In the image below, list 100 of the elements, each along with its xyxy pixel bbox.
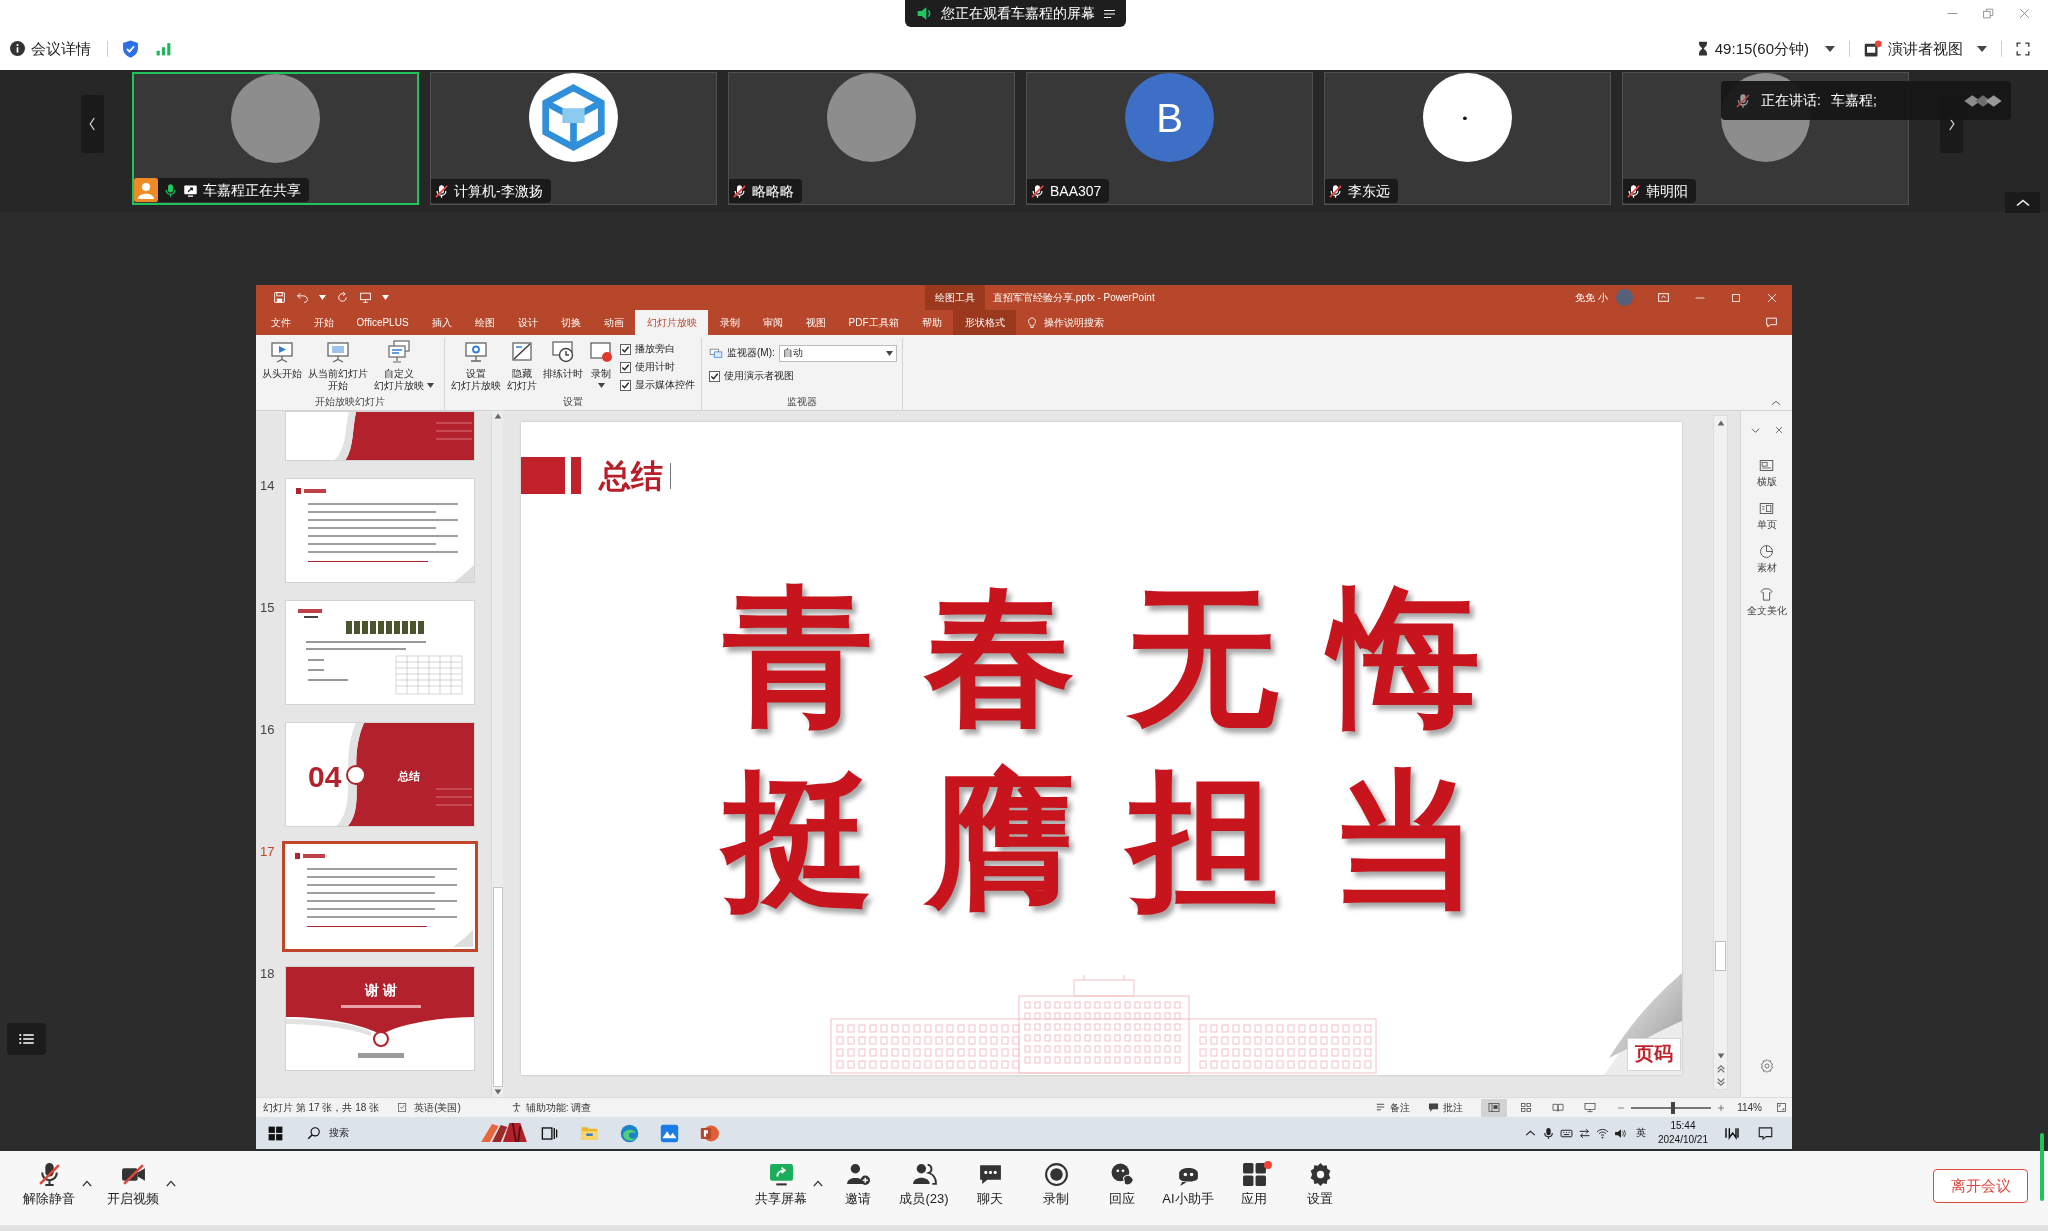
caret-up-icon[interactable]: [82, 1179, 92, 1187]
comment-icon[interactable]: [1765, 316, 1778, 329]
ribbon-tab[interactable]: 幻灯片放映: [635, 310, 709, 335]
chevron-down-icon[interactable]: [1749, 425, 1761, 436]
language-label[interactable]: 英语(美国): [414, 1101, 461, 1114]
ribbon-tab[interactable]: 动画: [592, 310, 636, 335]
slide-thumbnail[interactable]: [282, 841, 478, 952]
list-button[interactable]: [7, 1023, 46, 1055]
invite-button[interactable]: 邀请: [828, 1162, 888, 1207]
scroll-up-icon[interactable]: [1715, 418, 1726, 428]
slide-thumbnail[interactable]: 谢 谢: [285, 966, 475, 1071]
meeting-timer[interactable]: 49:15(60分钟): [1696, 39, 1835, 58]
participant-tile[interactable]: 李东远: [1324, 72, 1611, 205]
caret-down-icon[interactable]: [319, 295, 326, 300]
monitor-select[interactable]: 自动: [778, 344, 897, 362]
browser-icon[interactable]: [619, 1123, 639, 1143]
ribbon-tab[interactable]: 切换: [549, 310, 593, 335]
ribbon-button[interactable]: 自定义 幻灯片放映: [371, 340, 436, 392]
side-panel-button[interactable]: 素材: [1756, 544, 1777, 573]
ribbon-tab[interactable]: 插入: [420, 310, 464, 335]
view-mode-button[interactable]: 演讲者视图: [1864, 39, 1987, 58]
view-button[interactable]: [1481, 1098, 1508, 1117]
slider-thumb[interactable]: [1670, 1101, 1675, 1114]
meeting-info-button[interactable]: 会议详情: [10, 39, 91, 58]
record-button[interactable]: 录制: [1026, 1162, 1086, 1207]
menu-icon[interactable]: [1103, 7, 1116, 20]
slide-thumbnail[interactable]: 04 总结: [285, 722, 475, 827]
fit-to-window-icon[interactable]: [1776, 1102, 1787, 1113]
checkbox[interactable]: [620, 343, 631, 355]
tell-me-search[interactable]: 操作说明搜索: [1026, 310, 1105, 335]
restore-icon[interactable]: [1982, 7, 1995, 20]
presentation-app-icon[interactable]: [699, 1123, 719, 1143]
start-video-button[interactable]: 开启视频: [106, 1162, 160, 1207]
notes-button[interactable]: 备注: [1375, 1101, 1411, 1114]
ribbon-button[interactable]: 从当前幻灯片 开始: [305, 340, 371, 392]
ribbon-button[interactable]: 设置 幻灯片放映: [448, 340, 504, 392]
participant-tile[interactable]: 计算机-李激扬: [430, 72, 717, 205]
apps-button[interactable]: 应用: [1224, 1162, 1284, 1207]
ribbon-tab[interactable]: 开始: [302, 310, 345, 335]
ribbon-tab[interactable]: OfficePLUS: [345, 310, 421, 335]
clock[interactable]: 15:44 2024/10/21: [1657, 1119, 1708, 1147]
zoom-in-icon[interactable]: [1717, 1103, 1726, 1112]
ribbon-tab[interactable]: 形状格式: [953, 310, 1017, 335]
participant-tile[interactable]: 略略略: [728, 72, 1015, 205]
ribbon-display-icon[interactable]: [1657, 291, 1670, 304]
next-slide-icon[interactable]: [1715, 1077, 1726, 1087]
search-field[interactable]: 搜索: [329, 1127, 439, 1139]
side-panel-button[interactable]: 全文美化: [1746, 587, 1787, 616]
ribbon-button[interactable]: 录制: [586, 340, 616, 388]
zoom-level[interactable]: 114%: [1737, 1101, 1762, 1114]
checkbox-option[interactable]: 播放旁白: [620, 340, 695, 358]
chat-button[interactable]: 聊天: [960, 1162, 1020, 1207]
notification-icon[interactable]: [1758, 1125, 1773, 1141]
ribbon-tab[interactable]: 录制: [708, 310, 752, 335]
unmute-button[interactable]: 解除静音: [22, 1162, 76, 1207]
collapse-strip-button[interactable]: [2005, 192, 2040, 213]
redo-icon[interactable]: [336, 291, 349, 304]
ribbon-button[interactable]: 从头开始: [259, 340, 305, 380]
restore-icon[interactable]: [1730, 291, 1742, 304]
ribbon-tab[interactable]: 文件: [259, 310, 302, 335]
checkbox-option[interactable]: 使用计时: [620, 358, 695, 376]
close-icon[interactable]: [1773, 425, 1784, 435]
members-button[interactable]: 成员(23): [894, 1162, 954, 1207]
comments-button[interactable]: 批注: [1428, 1101, 1464, 1114]
checkbox[interactable]: [709, 370, 720, 382]
transfer-arrows-icon[interactable]: [1577, 1126, 1591, 1140]
share-screen-button[interactable]: 共享屏幕: [751, 1162, 811, 1207]
side-panel-button[interactable]: 单页: [1756, 501, 1777, 530]
ribbon-button[interactable]: 排练计时: [540, 340, 586, 380]
wifi-icon[interactable]: [1595, 1126, 1609, 1140]
ribbon-tab[interactable]: 绘图: [463, 310, 507, 335]
signal-bars-icon[interactable]: [156, 41, 171, 56]
caret-up-icon[interactable]: [813, 1179, 823, 1187]
leave-meeting-button[interactable]: 离开会议: [1933, 1169, 2028, 1203]
ribbon-tab[interactable]: PDF工具箱: [837, 310, 911, 335]
fullscreen-icon[interactable]: [2016, 41, 2030, 56]
scrollbar-thumb[interactable]: [492, 887, 503, 1087]
participant-tile[interactable]: B BAA307: [1026, 72, 1313, 205]
slideshow-icon[interactable]: [359, 291, 372, 304]
caret-up-icon[interactable]: [166, 1179, 176, 1187]
caret-down-icon[interactable]: [382, 295, 389, 300]
scroll-down-icon[interactable]: [1715, 1051, 1726, 1061]
settings-button[interactable]: 设置: [1290, 1162, 1350, 1207]
app-tray-icon[interactable]: [1724, 1126, 1740, 1140]
assistant-button[interactable]: AI小助手: [1158, 1162, 1218, 1207]
ribbon-tab[interactable]: 审阅: [751, 310, 795, 335]
checkbox[interactable]: [620, 379, 631, 391]
input-method[interactable]: 英: [1635, 1127, 1646, 1139]
side-panel-button[interactable]: 横版: [1756, 458, 1777, 487]
spell-check-icon[interactable]: [397, 1102, 409, 1113]
reaction-button[interactable]: 回应: [1092, 1162, 1152, 1207]
shield-icon[interactable]: [122, 39, 139, 58]
accessibility-button[interactable]: 辅助功能: 调查: [510, 1101, 592, 1114]
ribbon-tab[interactable]: 帮助: [910, 310, 954, 335]
settings-icon[interactable]: [1759, 1059, 1774, 1073]
undo-icon[interactable]: [296, 291, 309, 304]
ribbon-tab[interactable]: 设计: [506, 310, 550, 335]
previous-slide-icon[interactable]: [1715, 1064, 1726, 1074]
collapse-ribbon-icon[interactable]: [1770, 398, 1782, 408]
checkbox[interactable]: [620, 361, 631, 373]
